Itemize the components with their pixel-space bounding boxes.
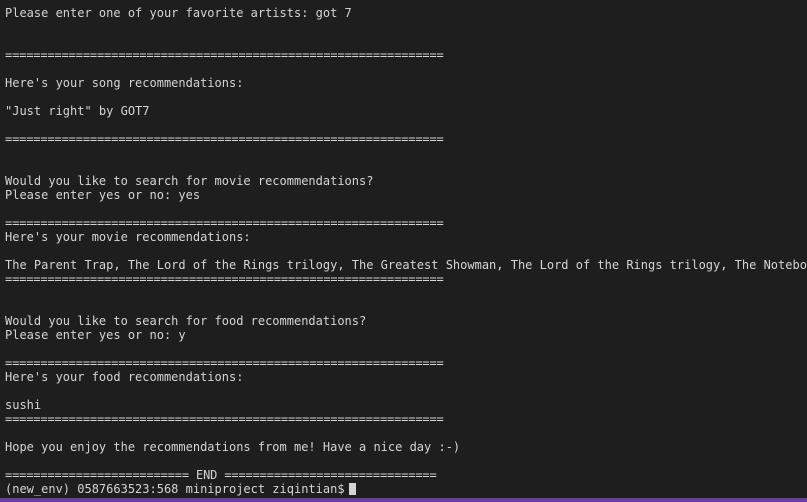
text-cursor (348, 483, 356, 495)
shell-prompt[interactable]: (new_env) 0587663523:568 miniproject ziq… (5, 482, 356, 496)
shell-prompt-text: (new_env) 0587663523:568 miniproject ziq… (5, 482, 345, 496)
farewell-line: Hope you enjoy the recommendations from … (5, 440, 461, 454)
food-answer-line: Please enter yes or no: y (5, 328, 186, 342)
artist-prompt-line: Please enter one of your favorite artist… (5, 6, 352, 20)
food-question-line: Would you like to search for food recomm… (5, 314, 367, 328)
separator-line: ========================================… (5, 272, 444, 286)
separator-line: ========================================… (5, 48, 444, 62)
movie-answer-line: Please enter yes or no: yes (5, 188, 201, 202)
food-header-line: Here's your food recommendations: (5, 370, 244, 384)
food-result-line: sushi (5, 398, 42, 412)
end-separator-line: ========================== END =========… (5, 468, 437, 482)
separator-line: ========================================… (5, 356, 444, 370)
movie-result-line: The Parent Trap, The Lord of the Rings t… (5, 258, 807, 272)
separator-line: ========================================… (5, 412, 444, 426)
window-bottom-border (0, 498, 807, 502)
song-header-line: Here's your song recommendations: (5, 76, 244, 90)
song-result-line: "Just right" by GOT7 (5, 104, 150, 118)
separator-line: ========================================… (5, 216, 444, 230)
terminal-window[interactable]: Please enter one of your favorite artist… (0, 0, 807, 502)
separator-line: ========================================… (5, 132, 444, 146)
movie-question-line: Would you like to search for movie recom… (5, 174, 374, 188)
movie-header-line: Here's your movie recommendations: (5, 230, 251, 244)
